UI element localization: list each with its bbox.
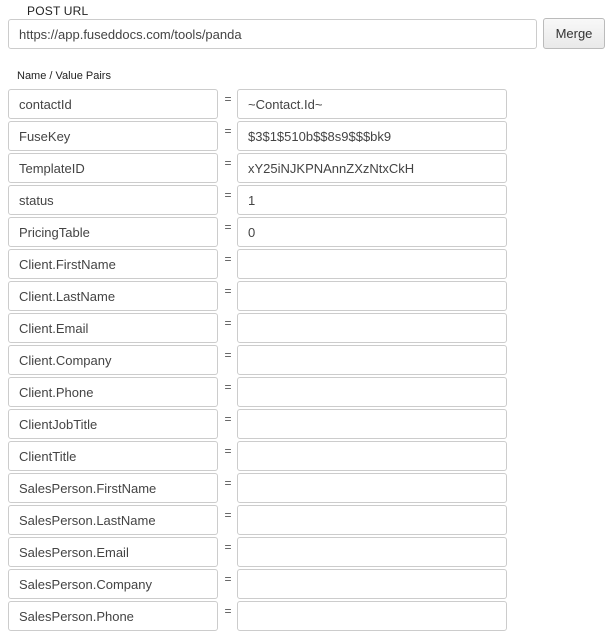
name-value-pairs-label: Name / Value Pairs <box>17 70 111 82</box>
equals-sign: = <box>224 572 232 586</box>
equals-sign: = <box>224 92 232 106</box>
pair-value-input[interactable] <box>237 121 507 151</box>
pair-name-input[interactable] <box>8 345 218 375</box>
pair-value-input[interactable] <box>237 217 507 247</box>
pair-value-input[interactable] <box>237 377 507 407</box>
pair-row: = <box>8 313 508 345</box>
pair-value-input[interactable] <box>237 313 507 343</box>
equals-sign: = <box>224 284 232 298</box>
pair-name-input[interactable] <box>8 473 218 503</box>
pair-name-input[interactable] <box>8 249 218 279</box>
pair-name-input[interactable] <box>8 153 218 183</box>
pair-row: = <box>8 153 508 185</box>
pair-name-input[interactable] <box>8 217 218 247</box>
pair-value-input[interactable] <box>237 537 507 567</box>
equals-sign: = <box>224 220 232 234</box>
pair-name-input[interactable] <box>8 441 218 471</box>
pair-value-input[interactable] <box>237 473 507 503</box>
pair-row: = <box>8 569 508 601</box>
equals-sign: = <box>224 444 232 458</box>
equals-sign: = <box>224 476 232 490</box>
name-value-pairs-list: = = = = = = = = = = = = = = = = = <box>8 89 508 633</box>
pair-name-input[interactable] <box>8 537 218 567</box>
pair-row: = <box>8 409 508 441</box>
pair-value-input[interactable] <box>237 601 507 631</box>
pair-name-input[interactable] <box>8 569 218 599</box>
equals-sign: = <box>224 380 232 394</box>
pair-row: = <box>8 121 508 153</box>
pair-row: = <box>8 217 508 249</box>
pair-value-input[interactable] <box>237 185 507 215</box>
pair-name-input[interactable] <box>8 601 218 631</box>
equals-sign: = <box>224 156 232 170</box>
pair-value-input[interactable] <box>237 281 507 311</box>
pair-row: = <box>8 249 508 281</box>
pair-row: = <box>8 185 508 217</box>
pair-value-input[interactable] <box>237 409 507 439</box>
pair-name-input[interactable] <box>8 185 218 215</box>
pair-row: = <box>8 377 508 409</box>
equals-sign: = <box>224 540 232 554</box>
pair-value-input[interactable] <box>237 569 507 599</box>
pair-name-input[interactable] <box>8 377 218 407</box>
pair-row: = <box>8 505 508 537</box>
pair-name-input[interactable] <box>8 505 218 535</box>
pair-name-input[interactable] <box>8 409 218 439</box>
equals-sign: = <box>224 604 232 618</box>
pair-row: = <box>8 281 508 313</box>
equals-sign: = <box>224 252 232 266</box>
pair-name-input[interactable] <box>8 121 218 151</box>
pair-row: = <box>8 441 508 473</box>
post-url-input[interactable] <box>8 19 537 49</box>
pair-row: = <box>8 89 508 121</box>
pair-value-input[interactable] <box>237 505 507 535</box>
pair-name-input[interactable] <box>8 89 218 119</box>
pair-value-input[interactable] <box>237 153 507 183</box>
merge-button[interactable]: Merge <box>543 18 605 49</box>
pair-name-input[interactable] <box>8 281 218 311</box>
equals-sign: = <box>224 188 232 202</box>
pair-value-input[interactable] <box>237 345 507 375</box>
post-url-label: POST URL <box>27 4 89 18</box>
pair-row: = <box>8 473 508 505</box>
equals-sign: = <box>224 508 232 522</box>
equals-sign: = <box>224 412 232 426</box>
equals-sign: = <box>224 124 232 138</box>
pair-row: = <box>8 345 508 377</box>
pair-value-input[interactable] <box>237 249 507 279</box>
pair-value-input[interactable] <box>237 89 507 119</box>
equals-sign: = <box>224 316 232 330</box>
pair-name-input[interactable] <box>8 313 218 343</box>
pair-value-input[interactable] <box>237 441 507 471</box>
pair-row: = <box>8 601 508 633</box>
equals-sign: = <box>224 348 232 362</box>
pair-row: = <box>8 537 508 569</box>
